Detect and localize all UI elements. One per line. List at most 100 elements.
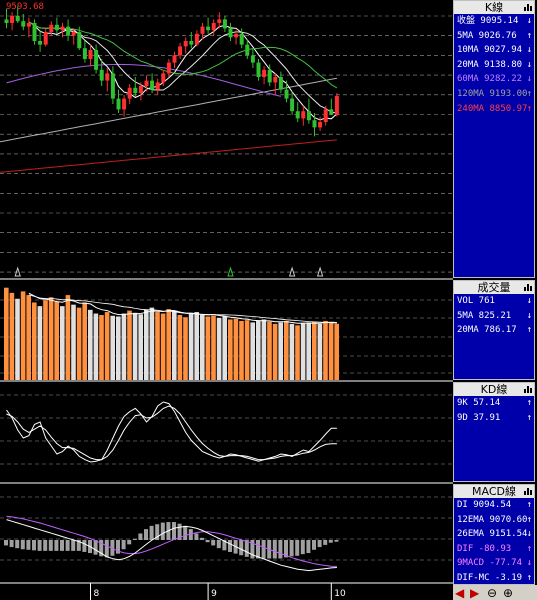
k-values-list: 收盤 9095.14 ↓ 5MA 9026.76 ↑ 10MA 9027.94 ↓ 20MA… bbox=[454, 14, 534, 116]
arrow-left-icon[interactable]: ◀ bbox=[455, 586, 464, 600]
volume-values-list: VOL 761 ↓ 5MA 825.21 ↓ 20MA 786.17 ↑ bbox=[454, 294, 534, 338]
arrow-up-icon: ↑ bbox=[526, 103, 532, 114]
zoom-out-icon[interactable]: ⊖ bbox=[487, 586, 497, 600]
macd-histogram-bar bbox=[317, 540, 322, 548]
row-label: 240MA bbox=[457, 103, 485, 114]
volume-bar bbox=[4, 287, 9, 380]
row-label: 5MA bbox=[457, 310, 474, 321]
candle-body bbox=[161, 73, 166, 83]
volume-bar bbox=[132, 312, 138, 380]
k-row-60ma: 60MA 9282.22 ↓ bbox=[454, 72, 534, 87]
volume-bar bbox=[127, 310, 132, 380]
vol-row-20ma: 20MA 786.17 ↑ bbox=[454, 323, 534, 338]
row-value: 37.91 bbox=[467, 412, 501, 423]
macd-histogram-bar bbox=[127, 540, 132, 545]
macd-histogram-bar bbox=[132, 538, 137, 540]
volume-bar bbox=[172, 310, 177, 380]
macd-histogram-bar bbox=[328, 540, 333, 543]
candle-body bbox=[43, 32, 48, 45]
macd-histogram-bar bbox=[200, 537, 204, 540]
kd-panel-header: KD線 bbox=[454, 383, 534, 396]
macd-histogram-bar bbox=[289, 540, 294, 557]
volume-bar bbox=[211, 315, 216, 380]
volume-bar bbox=[166, 309, 171, 380]
candle-body bbox=[32, 23, 37, 41]
x-tick-label: 10 bbox=[334, 589, 346, 599]
candle-body bbox=[54, 24, 59, 31]
macd-histogram-bar bbox=[334, 540, 339, 542]
k-panel-header: K線 bbox=[454, 1, 534, 14]
row-label: 26EMA bbox=[457, 529, 485, 540]
macd-histogram-bar bbox=[54, 540, 59, 551]
arrow-up-icon: ↑ bbox=[526, 572, 532, 583]
row-label: 9D bbox=[457, 412, 468, 423]
arrow-down-icon: ↓ bbox=[526, 74, 532, 85]
bar-chart-icon[interactable] bbox=[524, 283, 532, 291]
candle-body bbox=[267, 69, 272, 83]
candle-body bbox=[206, 26, 211, 31]
candle-body bbox=[99, 69, 104, 81]
arrow-right-icon[interactable]: ▶ bbox=[470, 586, 479, 600]
bar-chart-icon[interactable] bbox=[524, 385, 532, 393]
macd-panel-header: MACD線 bbox=[454, 485, 534, 498]
k-row-240ma: 240MA 8850.97 ↑ bbox=[454, 102, 534, 117]
bar-chart-icon[interactable] bbox=[524, 3, 532, 11]
macd-histogram-bar bbox=[15, 540, 20, 549]
candle-body bbox=[290, 98, 295, 112]
candle-body bbox=[329, 109, 334, 115]
candle-body bbox=[155, 82, 160, 90]
candle-body bbox=[88, 50, 93, 59]
volume-bar bbox=[9, 292, 15, 380]
volume-panel-title: 成交量 bbox=[477, 281, 511, 294]
row-value: 9151.54 bbox=[484, 529, 528, 540]
macd-row-dif-mc: DIF-MC -3.19 ↑ bbox=[454, 571, 534, 584]
candle-body bbox=[10, 15, 15, 23]
vol-row-5ma: 5MA 825.21 ↓ bbox=[454, 309, 534, 324]
macd-histogram-bar bbox=[43, 540, 48, 551]
macd-row-26ema: 26EMA 9151.54 ↓ bbox=[454, 527, 534, 542]
macd-histogram-bar bbox=[149, 525, 154, 540]
macd-histogram-bar bbox=[216, 540, 221, 549]
candle-body bbox=[295, 111, 300, 119]
macd-histogram-bar bbox=[144, 529, 148, 540]
candle-body bbox=[245, 44, 250, 56]
candle-body bbox=[4, 19, 9, 23]
volume-bar bbox=[261, 319, 267, 380]
bar-chart-icon[interactable] bbox=[524, 487, 532, 495]
row-label: 5MA bbox=[457, 30, 474, 41]
volume-bar bbox=[323, 320, 328, 380]
candle-body bbox=[133, 87, 138, 94]
candle-body bbox=[166, 62, 171, 74]
volume-bar bbox=[177, 315, 183, 380]
price-high-label: 9593.68 bbox=[6, 2, 44, 12]
candle-body bbox=[127, 87, 132, 99]
row-value: 786.17 bbox=[478, 325, 517, 336]
arrow-up-icon: ↑ bbox=[526, 412, 532, 423]
macd-histogram-bar bbox=[228, 540, 232, 552]
candle-body bbox=[82, 48, 87, 59]
macd-row-9macd: 9MACD -77.74 ↓ bbox=[454, 556, 534, 571]
x-tick-label: 9 bbox=[211, 589, 217, 599]
macd-histogram-bar bbox=[26, 540, 31, 550]
volume-bar bbox=[65, 295, 71, 380]
volume-bar bbox=[138, 314, 143, 380]
arrow-up-icon: ↑ bbox=[526, 325, 532, 336]
volume-bar bbox=[37, 306, 43, 380]
candle-body bbox=[306, 111, 311, 121]
chart-area: 8 9 10 9593.68 bbox=[0, 0, 453, 600]
zoom-in-icon[interactable]: ⊕ bbox=[503, 586, 513, 600]
row-value: 9282.22 bbox=[478, 74, 523, 85]
volume-bar bbox=[121, 313, 127, 380]
volume-bar bbox=[194, 312, 199, 380]
row-label: DIF-MC bbox=[457, 572, 490, 583]
k-row-120ma: 120MA 9193.00 ↑ bbox=[454, 87, 534, 102]
macd-histogram-bar bbox=[194, 533, 199, 540]
candle-body bbox=[183, 41, 188, 47]
candle-body bbox=[105, 73, 110, 81]
volume-bar bbox=[15, 298, 20, 380]
row-value: 9193.00 bbox=[484, 88, 528, 99]
row-label: DIF bbox=[457, 543, 474, 554]
candle-body bbox=[234, 33, 239, 38]
volume-bar bbox=[104, 312, 110, 380]
volume-bar bbox=[32, 302, 37, 380]
